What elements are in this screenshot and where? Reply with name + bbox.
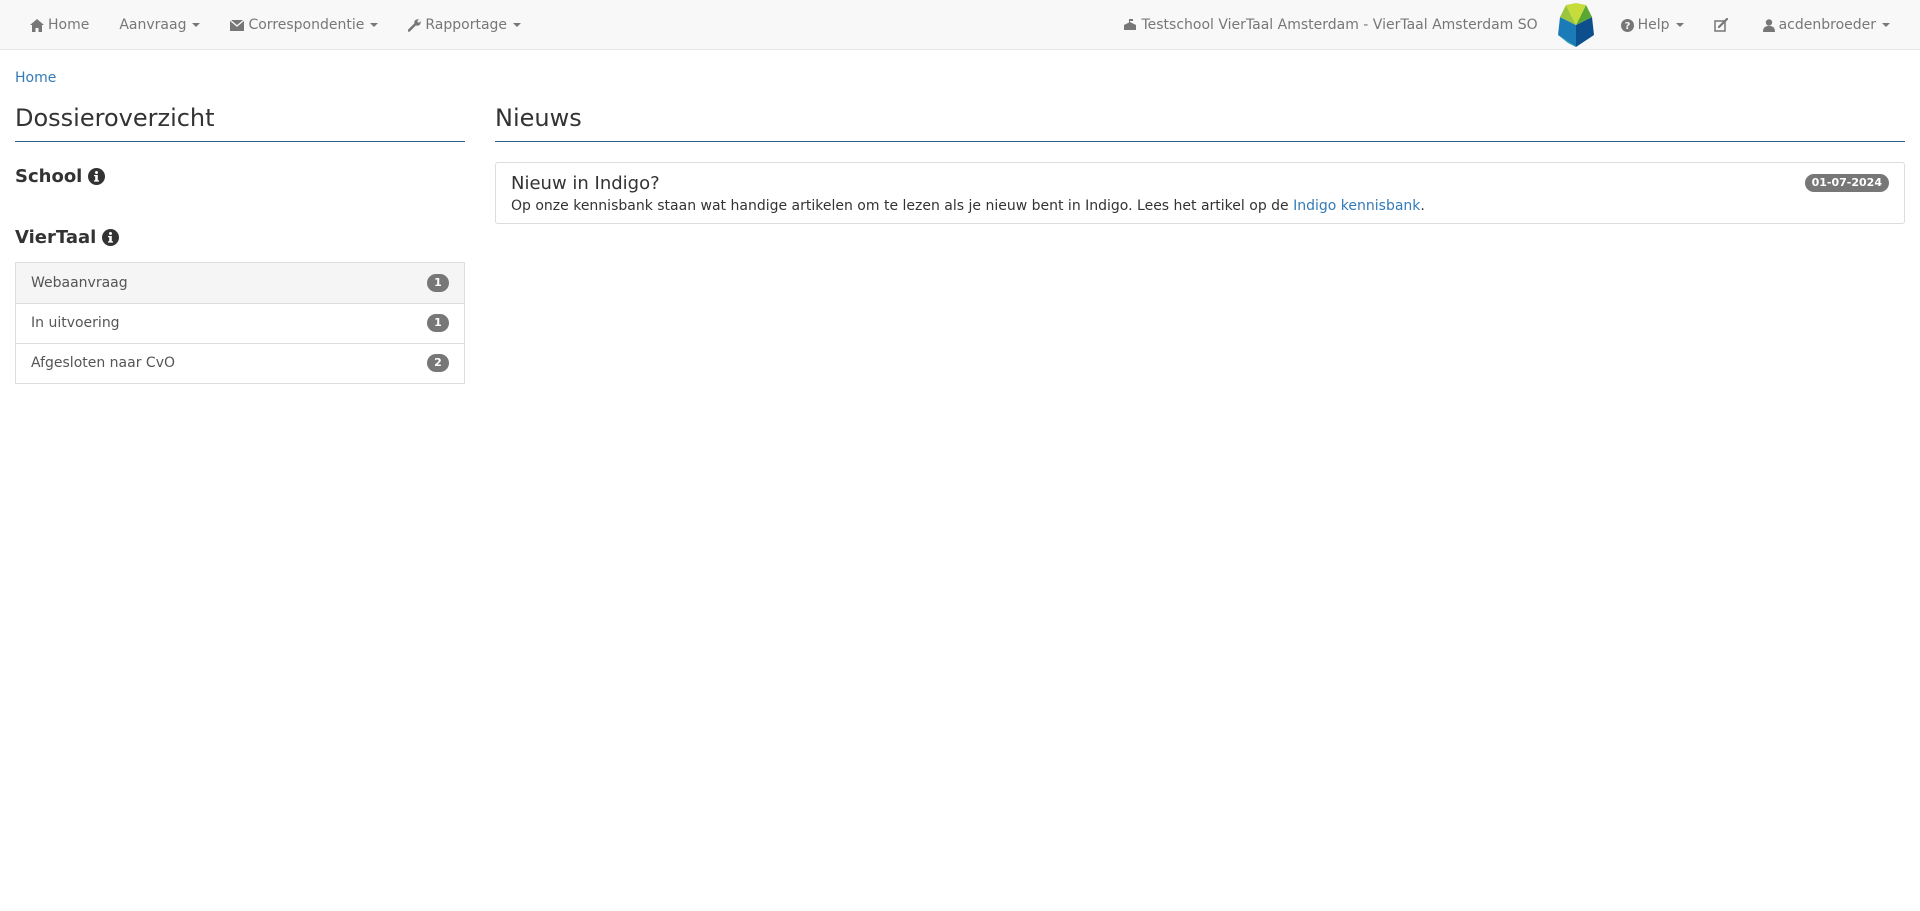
nav-user-label: acdenbroeder [1778,17,1876,33]
home-icon [30,18,44,32]
viertaal-group-label: VierTaal [15,226,97,248]
news-item-body: Op onze kennisbank staan wat handige art… [511,197,1294,214]
nav-aanvraag-label: Aanvraag [119,17,187,33]
caret-down-icon [1882,23,1890,27]
dossier-title: Dossieroverzicht [15,104,465,142]
wrench-icon [408,18,422,32]
info-circle-icon[interactable] [102,228,120,246]
nav-home-label: Home [48,17,90,33]
list-item-webaanvraag[interactable]: Webaanvraag 1 [16,262,464,303]
dossier-column: Dossieroverzicht School VierTaal Webaanv… [15,104,465,384]
nav-correspondentie-dropdown[interactable]: Correspondentie [215,0,393,50]
nav-school-selector[interactable]: Testschool VierTaal Amsterdam - VierTaal… [1108,0,1551,50]
list-item-label: In uitvoering [31,315,120,332]
nav-aanvraag-dropdown[interactable]: Aanvraag [104,0,215,50]
nav-home[interactable]: Home [15,0,104,50]
school-group-label: School [15,165,83,187]
news-date-badge: 01-07-2024 [1804,173,1889,192]
caret-down-icon [192,23,201,27]
nav-edit-button[interactable] [1699,0,1748,50]
nav-correspondentie-label: Correspondentie [248,17,365,33]
question-circle-icon: ? [1620,18,1634,32]
list-item-label: Webaanvraag [31,274,128,291]
nav-help-dropdown[interactable]: ? Help [1606,0,1699,50]
news-item-title: Nieuw in Indigo? [511,172,660,194]
info-circle-icon[interactable] [88,167,106,185]
kennisbank-link[interactable]: Indigo kennisbank [1293,198,1420,214]
edit-icon [1713,18,1729,32]
svg-text:?: ? [1624,21,1630,32]
list-item-afgesloten[interactable]: Afgesloten naar CvO 2 [16,342,464,383]
dossier-status-list: Webaanvraag 1 In uitvoering 1 Afgesloten… [15,261,465,384]
viertaal-group-title: VierTaal [15,227,465,248]
list-item-in-uitvoering[interactable]: In uitvoering 1 [16,302,464,343]
nav-right: Testschool VierTaal Amsterdam - VierTaal… [1108,0,1905,50]
app-logo [1554,3,1598,47]
count-badge: 1 [427,314,449,333]
news-item-suffix: . [1420,197,1425,214]
school-icon [1123,19,1137,31]
list-item-label: Afgesloten naar CvO [31,355,175,372]
school-group-title: School [15,166,465,187]
news-column: Nieuws Nieuw in Indigo? 01-07-2024 Op on… [495,104,1905,224]
news-item-text: Op onze kennisbank staan wat handige art… [511,198,1889,214]
news-item: Nieuw in Indigo? 01-07-2024 Op onze kenn… [495,161,1905,224]
caret-down-icon [370,23,379,27]
nav-rapportage-dropdown[interactable]: Rapportage [393,0,536,50]
breadcrumb-home[interactable]: Home [15,70,56,86]
count-badge: 1 [427,273,449,292]
user-icon [1762,18,1775,32]
envelope-icon [230,19,245,31]
caret-down-icon [1675,23,1684,27]
nav-user-dropdown[interactable]: acdenbroeder [1748,0,1905,50]
news-title: Nieuws [495,104,1905,142]
nav-left: Home Aanvraag Correspondentie Rapportage [15,0,536,50]
nav-school-label: Testschool VierTaal Amsterdam - VierTaal… [1141,17,1538,33]
nav-help-label: Help [1637,17,1670,33]
nav-rapportage-label: Rapportage [425,17,508,33]
top-navbar: Home Aanvraag Correspondentie Rapportage [0,0,1920,50]
caret-down-icon [513,23,522,27]
count-badge: 2 [427,354,449,373]
